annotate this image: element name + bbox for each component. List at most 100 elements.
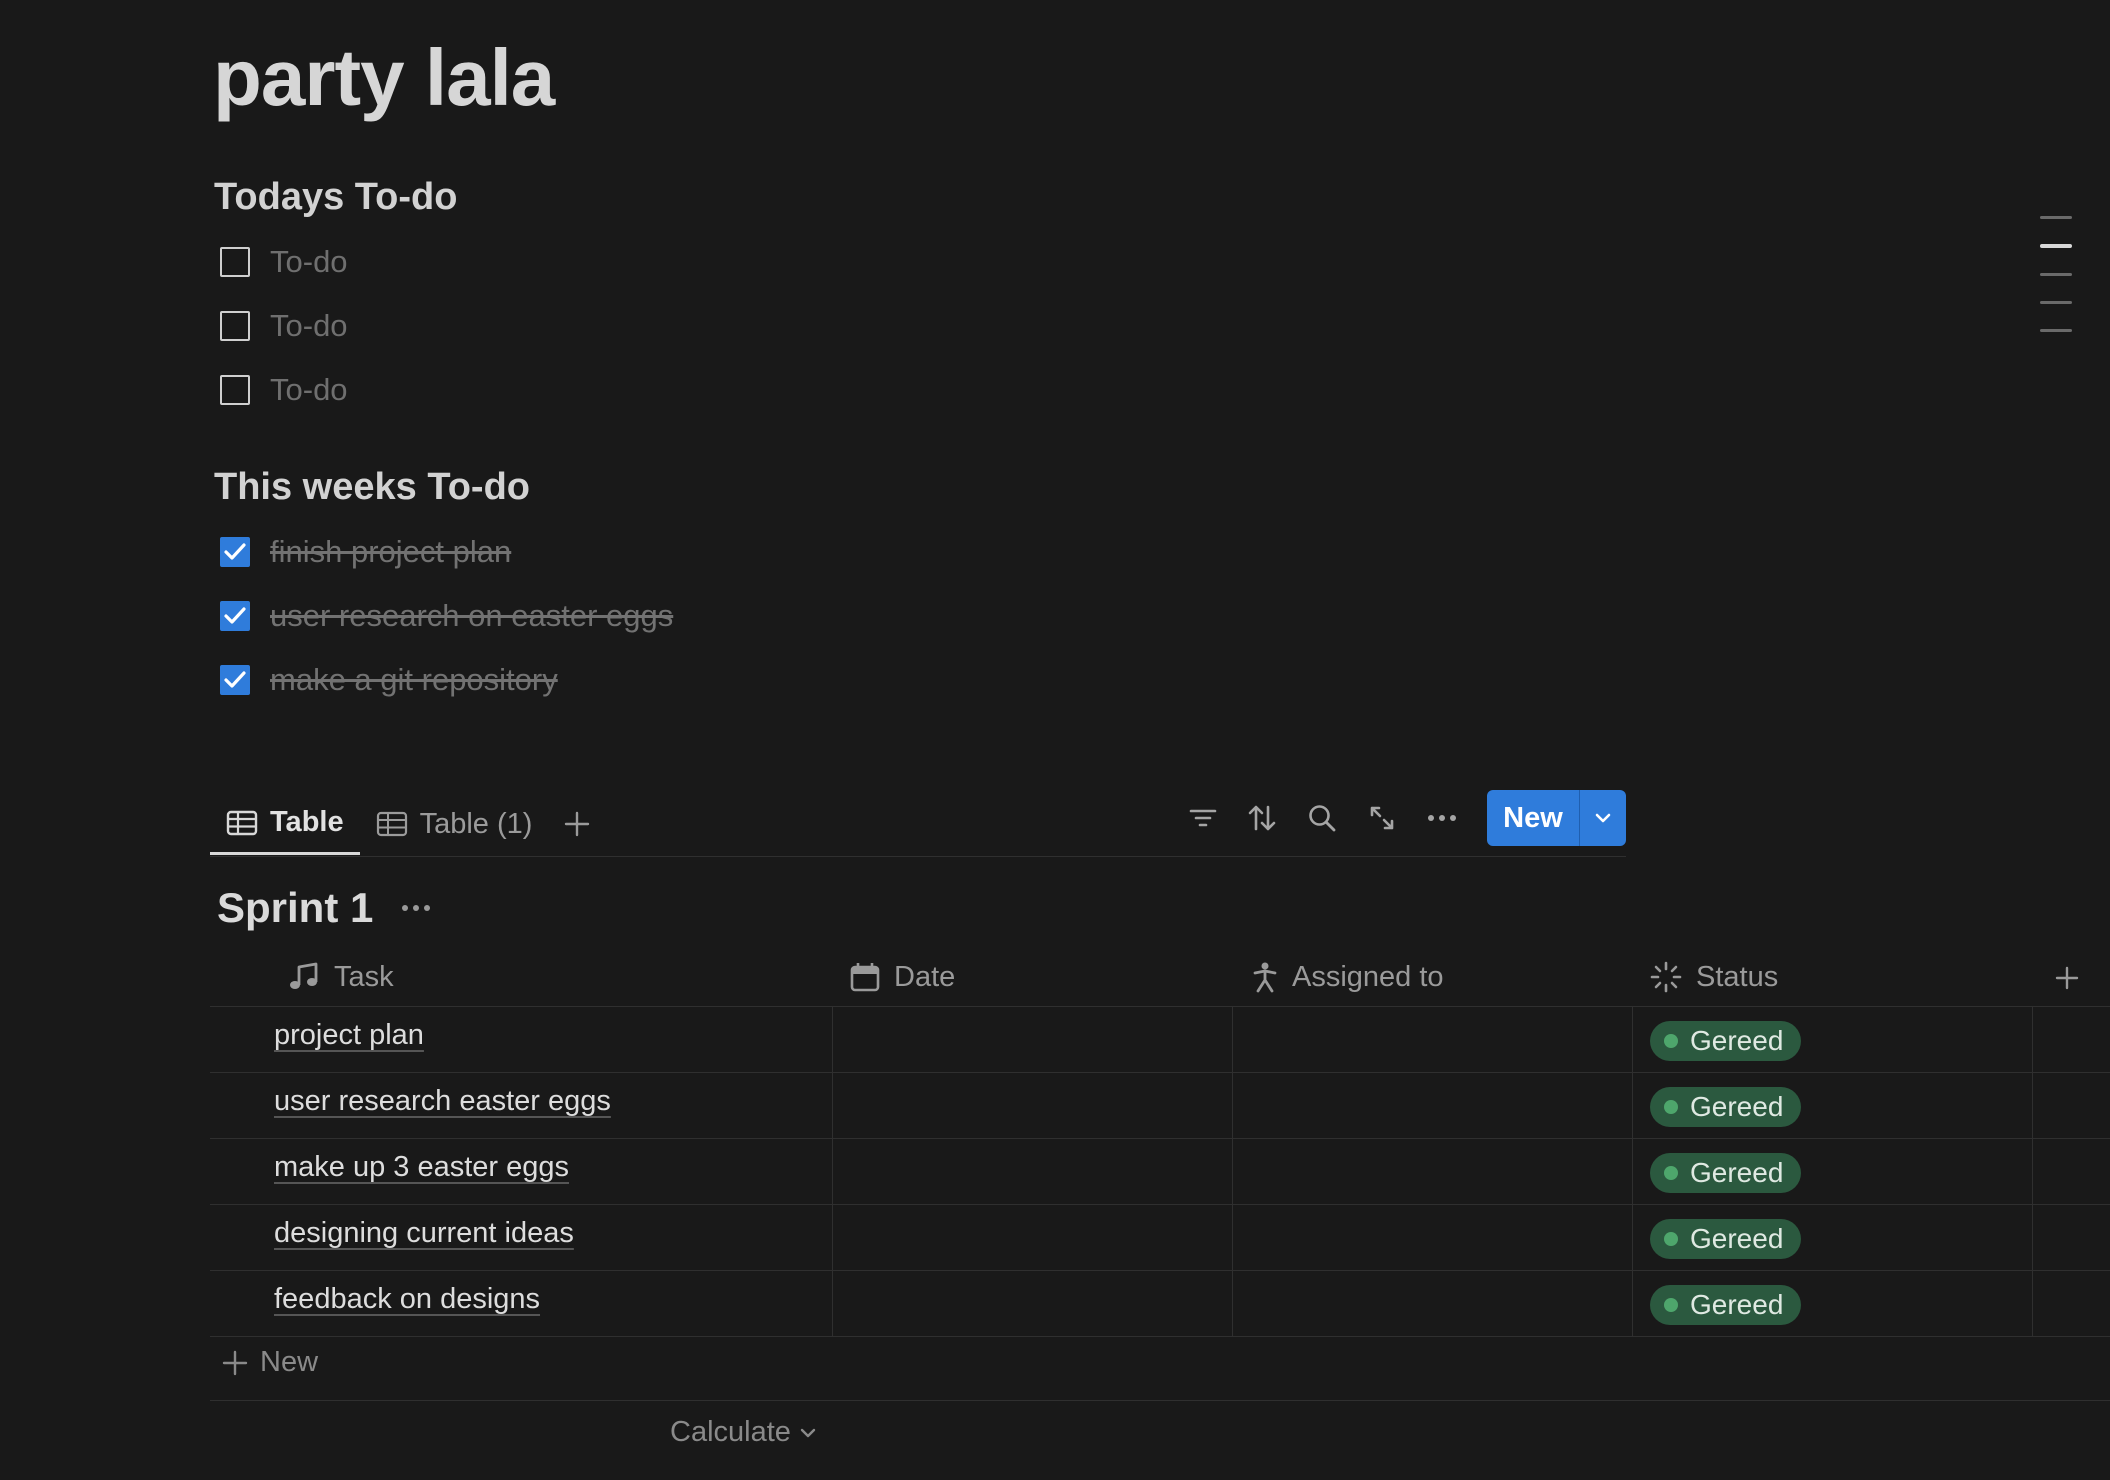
status-label: Gereed: [1690, 1025, 1784, 1056]
tab-table[interactable]: Table: [210, 793, 360, 855]
column-label: Status: [1696, 960, 1779, 993]
checkbox[interactable]: [220, 375, 250, 405]
status-badge[interactable]: Gereed: [1650, 1021, 1802, 1061]
table-row[interactable]: make up 3 easter eggs Gereed: [210, 1139, 2110, 1205]
table-row[interactable]: designing current ideas Gereed: [210, 1205, 2110, 1271]
calendar-icon: [850, 963, 880, 992]
status-dot: [1664, 1034, 1678, 1048]
checkbox-checked[interactable]: [220, 601, 250, 631]
check-icon: [224, 543, 246, 560]
add-view-button[interactable]: [548, 793, 618, 855]
status-badge[interactable]: Gereed: [1650, 1285, 1802, 1325]
tab-table-1[interactable]: Table (1): [360, 793, 549, 855]
todo-label[interactable]: make a git repository: [270, 662, 558, 698]
expand-button[interactable]: [1359, 792, 1405, 844]
music-note-icon: [290, 962, 318, 989]
add-column-button[interactable]: [2052, 958, 2082, 998]
task-cell[interactable]: project plan: [274, 1019, 424, 1052]
page-outline[interactable]: [2040, 216, 2072, 336]
tab-label: Table: [270, 806, 344, 838]
todo-label[interactable]: user research on easter eggs: [270, 598, 673, 634]
todo-label[interactable]: To-do: [270, 308, 348, 344]
column-label: Task: [334, 960, 394, 993]
todo-item[interactable]: To-do: [220, 366, 348, 414]
status-dot: [1664, 1298, 1678, 1312]
search-icon: [1309, 805, 1336, 832]
status-badge[interactable]: Gereed: [1650, 1219, 1802, 1259]
check-icon: [224, 671, 246, 688]
sort-icon: [1248, 805, 1276, 831]
table-row[interactable]: feedback on designs Gereed: [210, 1271, 2110, 1337]
outline-line[interactable]: [2040, 301, 2072, 304]
expand-icon: [1370, 806, 1394, 830]
page-title[interactable]: party lala: [213, 28, 555, 128]
column-header-task[interactable]: Task: [288, 948, 394, 1006]
table-row[interactable]: project plan Gereed: [210, 1007, 2110, 1073]
column-header-date[interactable]: Date: [850, 948, 955, 1006]
add-row-button[interactable]: New: [222, 1346, 318, 1379]
checkbox-checked[interactable]: [220, 537, 250, 567]
filter-button[interactable]: [1180, 792, 1226, 844]
table-icon: [226, 810, 258, 835]
outline-line-current[interactable]: [2040, 244, 2072, 248]
calculate-button[interactable]: Calculate: [670, 1416, 817, 1449]
tab-label: Table (1): [419, 807, 533, 840]
task-cell[interactable]: feedback on designs: [274, 1283, 540, 1316]
checkbox[interactable]: [220, 311, 250, 341]
task-cell[interactable]: user research easter eggs: [274, 1085, 611, 1118]
todo-item[interactable]: To-do: [220, 302, 348, 350]
column-header-status[interactable]: Status: [1650, 948, 1778, 1006]
new-button[interactable]: New: [1487, 790, 1579, 846]
todays-heading[interactable]: Todays To-do: [214, 172, 457, 222]
task-cell[interactable]: make up 3 easter eggs: [274, 1151, 569, 1184]
column-label: Assigned to: [1292, 960, 1444, 993]
plus-icon: [222, 1350, 248, 1375]
column-label: Date: [894, 960, 956, 993]
todo-item[interactable]: user research on easter eggs: [220, 592, 673, 640]
todo-item[interactable]: finish project plan: [220, 528, 511, 576]
status-badge[interactable]: Gereed: [1650, 1087, 1802, 1127]
search-button[interactable]: [1299, 792, 1345, 844]
column-header-assigned[interactable]: Assigned to: [1252, 948, 1444, 1006]
new-dropdown-button[interactable]: [1580, 790, 1626, 846]
tabs-divider: [210, 856, 1626, 857]
more-icon: [1428, 815, 1456, 821]
add-row-label: New: [260, 1346, 319, 1378]
status-label: Gereed: [1690, 1091, 1784, 1122]
table-row[interactable]: user research easter eggs Gereed: [210, 1073, 2110, 1139]
filter-icon: [1189, 809, 1217, 827]
chevron-down-icon: [800, 1428, 816, 1437]
outline-line[interactable]: [2040, 329, 2072, 332]
sort-button[interactable]: [1239, 792, 1285, 844]
outline-line[interactable]: [2040, 273, 2072, 276]
footer-divider: [210, 1400, 2110, 1401]
status-dot: [1664, 1166, 1678, 1180]
checkbox-checked[interactable]: [220, 665, 250, 695]
chevron-down-icon: [1595, 813, 1611, 823]
todo-item[interactable]: To-do: [220, 238, 348, 286]
more-options-button[interactable]: [1419, 792, 1465, 844]
calculate-label: Calculate: [670, 1416, 791, 1448]
table-icon: [376, 811, 407, 837]
status-badge[interactable]: Gereed: [1650, 1153, 1802, 1193]
todo-item[interactable]: make a git repository: [220, 656, 558, 704]
check-icon: [224, 607, 246, 624]
database-more-button[interactable]: [396, 890, 436, 926]
view-tabs: Table Table (1): [210, 790, 618, 858]
plus-icon: [2055, 966, 2079, 990]
weeks-heading[interactable]: This weeks To-do: [214, 462, 530, 512]
task-cell[interactable]: designing current ideas: [274, 1217, 574, 1250]
status-dot: [1664, 1100, 1678, 1114]
plus-icon: [565, 811, 590, 837]
person-icon: [1253, 962, 1277, 993]
status-label: Gereed: [1690, 1223, 1784, 1254]
outline-line[interactable]: [2040, 216, 2072, 219]
todo-label[interactable]: To-do: [270, 244, 348, 280]
more-icon: [402, 905, 430, 911]
status-label: Gereed: [1690, 1289, 1784, 1320]
todo-label[interactable]: To-do: [270, 372, 348, 408]
checkbox[interactable]: [220, 247, 250, 277]
row-divider: [210, 1336, 2110, 1337]
database-title[interactable]: Sprint 1: [217, 880, 373, 936]
todo-label[interactable]: finish project plan: [270, 534, 511, 570]
